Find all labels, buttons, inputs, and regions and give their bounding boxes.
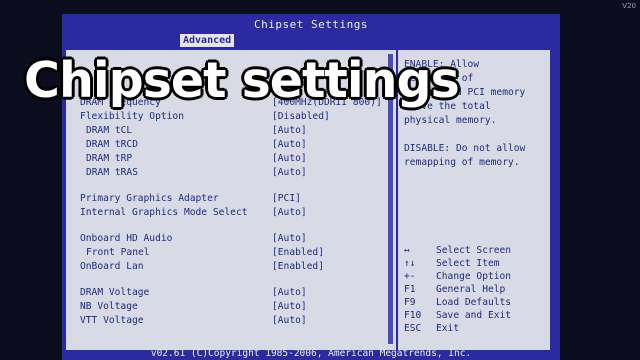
setting-row[interactable]: Primary Graphics Adapter [PCI] (66, 192, 386, 206)
setting-label: Primary Graphics Adapter (80, 193, 219, 204)
help-line: remapping of memory. (404, 157, 520, 168)
monitor-screen: V20 Chipset Settings Advanced DRAM Frequ… (0, 0, 640, 360)
key-description: General Help (436, 284, 506, 295)
setting-value[interactable]: [Enabled] (272, 246, 324, 260)
setting-row[interactable]: NB Voltage [Auto] (66, 300, 386, 314)
key-description: Select Screen (436, 245, 512, 256)
key-label: +- (404, 271, 416, 282)
setting-row[interactable]: Internal Graphics Mode Select [Auto] (66, 206, 386, 220)
setting-label: Internal Graphics Mode Select (80, 207, 248, 218)
setting-value[interactable]: [Auto] (272, 286, 307, 300)
setting-label: DRAM Voltage (80, 287, 150, 298)
key-legend-row: ↑↓ Select Item (404, 257, 546, 270)
setting-label: DRAM tCL (86, 125, 133, 136)
setting-row[interactable]: Flexibility Option [Disabled] (66, 110, 386, 124)
key-description: Exit (436, 323, 460, 334)
tab-advanced[interactable]: Advanced (180, 34, 235, 47)
key-legend-row: ESC Exit (404, 322, 546, 335)
setting-label: DRAM tRP (86, 153, 133, 164)
tab-bar: Advanced (62, 34, 560, 47)
setting-value[interactable]: [Auto] (272, 166, 307, 180)
key-legend-row: F1 General Help (404, 283, 546, 296)
key-description: Load Defaults (436, 297, 512, 308)
key-label: ESC (404, 323, 422, 334)
setting-row[interactable]: DRAM tRP [Auto] (66, 152, 386, 166)
key-label: F1 (404, 284, 416, 295)
setting-value[interactable]: [Auto] (272, 300, 307, 314)
help-line: DISABLE: Do not allow (404, 143, 526, 154)
copyright-footer: v02.61 (C)Copyright 1985-2006, American … (150, 348, 472, 359)
setting-label: DRAM tRCD (86, 139, 138, 150)
key-description: Change Option (436, 271, 512, 282)
setting-value[interactable]: [Auto] (272, 152, 307, 166)
setting-row[interactable]: Onboard HD Audio [Auto] (66, 232, 386, 246)
key-legend-row: ↔ Select Screen (404, 244, 546, 257)
setting-row[interactable]: DRAM tRAS [Auto] (66, 166, 386, 180)
setting-row[interactable]: DRAM tRCD [Auto] (66, 138, 386, 152)
setting-row[interactable]: Front Panel [Enabled] (66, 246, 386, 260)
key-description: Select Item (436, 258, 500, 269)
key-label: ↔ (404, 245, 410, 256)
setting-label: NB Voltage (80, 301, 138, 312)
key-description: Save and Exit (436, 310, 512, 321)
setting-row[interactable]: OnBoard Lan [Enabled] (66, 260, 386, 274)
setting-label: DRAM tRAS (86, 167, 138, 178)
setting-value[interactable]: [Auto] (272, 314, 307, 328)
video-caption: Chipset settings (24, 52, 460, 109)
setting-row[interactable]: VTT Voltage [Auto] (66, 314, 386, 328)
setting-label: Onboard HD Audio (80, 233, 173, 244)
setting-value[interactable]: [Disabled] (272, 110, 330, 124)
setting-label: Flexibility Option (80, 111, 184, 122)
setting-row[interactable]: DRAM Voltage [Auto] (66, 286, 386, 300)
setting-label: VTT Voltage (80, 315, 144, 326)
setting-row[interactable]: DRAM tCL [Auto] (66, 124, 386, 138)
key-legend-row: F10 Save and Exit (404, 309, 546, 322)
key-label: F9 (404, 297, 416, 308)
setting-value[interactable]: [Auto] (272, 232, 307, 246)
key-legend-row: F9 Load Defaults (404, 296, 546, 309)
setting-value[interactable]: [Auto] (272, 206, 307, 220)
help-line: physical memory. (404, 115, 497, 126)
bios-title: Chipset Settings (254, 18, 368, 31)
setting-label: Front Panel (86, 247, 150, 258)
help-line (404, 128, 546, 142)
key-label: F10 (404, 310, 422, 321)
key-legend-row: +- Change Option (404, 270, 546, 283)
setting-label: OnBoard Lan (80, 261, 144, 272)
setting-value[interactable]: [PCI] (272, 192, 301, 206)
key-label: ↑↓ (404, 258, 416, 269)
corner-label: V20 (622, 2, 636, 10)
key-legend: ↔ Select Screen ↑↓ Select Item +- Change Opti… (404, 244, 546, 335)
setting-value[interactable]: [Auto] (272, 138, 307, 152)
setting-value[interactable]: [Auto] (272, 124, 307, 138)
setting-value[interactable]: [Enabled] (272, 260, 324, 274)
